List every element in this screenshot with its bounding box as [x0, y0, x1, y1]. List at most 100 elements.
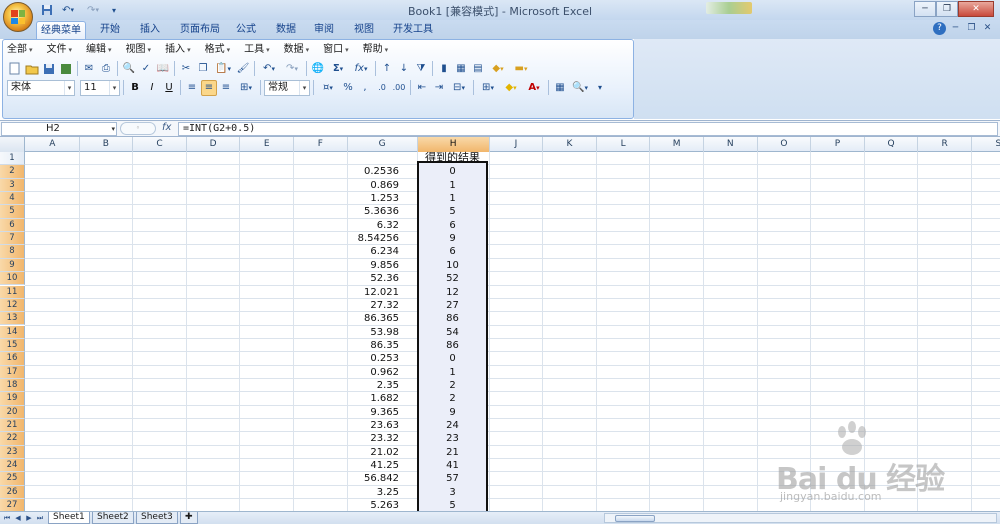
- cell-H2[interactable]: 0: [418, 165, 487, 178]
- row-header-18[interactable]: 18: [0, 378, 25, 393]
- cell-H18[interactable]: 2: [418, 379, 487, 392]
- bold-button[interactable]: B: [127, 80, 143, 96]
- cell-G12[interactable]: 27.32: [349, 299, 399, 312]
- cell-H21[interactable]: 24: [418, 419, 487, 432]
- cell-H16[interactable]: 0: [418, 352, 487, 365]
- font-size-combo[interactable]: 11 ▾: [80, 79, 120, 96]
- tab-view[interactable]: 视图: [348, 21, 380, 39]
- prev-sheet-icon[interactable]: ◀: [13, 513, 23, 523]
- row-header-8[interactable]: 8: [0, 245, 25, 259]
- column-header-l[interactable]: L: [597, 137, 651, 152]
- sheet-tab-2[interactable]: Sheet2: [92, 512, 134, 524]
- row-header-10[interactable]: 10: [0, 272, 25, 286]
- currency-icon[interactable]: ¤ ▾: [317, 80, 339, 96]
- cell-G16[interactable]: 0.253: [349, 352, 399, 365]
- borders-icon[interactable]: ⊞ ▾: [477, 80, 499, 96]
- row-header-14[interactable]: 14: [0, 325, 25, 339]
- column-header-j[interactable]: J: [490, 137, 544, 152]
- cell-H22[interactable]: 23: [418, 432, 487, 445]
- sort-ascending-icon[interactable]: ↑: [379, 61, 395, 77]
- cell-G23[interactable]: 21.02: [349, 446, 399, 459]
- decrease-indent-icon[interactable]: ⇤: [414, 80, 430, 96]
- select-all-corner[interactable]: [0, 137, 25, 152]
- cell-H26[interactable]: 3: [418, 486, 487, 499]
- cell-H20[interactable]: 9: [418, 406, 487, 419]
- row-header-9[interactable]: 9: [0, 258, 25, 273]
- cell-G22[interactable]: 23.32: [349, 432, 399, 445]
- cell-H4[interactable]: 1: [418, 192, 487, 205]
- first-sheet-icon[interactable]: ⏮: [2, 513, 12, 523]
- cell-G14[interactable]: 53.98: [349, 326, 399, 339]
- sheet-tab-3[interactable]: Sheet3: [136, 512, 178, 524]
- column-header-k[interactable]: K: [543, 137, 597, 152]
- help-icon[interactable]: ?: [933, 22, 946, 35]
- row-header-17[interactable]: 17: [0, 365, 25, 379]
- tab-page-layout[interactable]: 页面布局: [172, 21, 228, 39]
- formula-input[interactable]: =INT(G2+0.5): [178, 122, 998, 136]
- cell-G17[interactable]: 0.962: [349, 366, 399, 379]
- cell-H8[interactable]: 6: [418, 245, 487, 258]
- cell-G6[interactable]: 6.32: [349, 219, 399, 232]
- conditional-format-icon[interactable]: ▦: [552, 80, 568, 96]
- font-color-icon[interactable]: A ▾: [523, 80, 545, 96]
- comma-button[interactable]: ,: [357, 80, 373, 96]
- row-header-15[interactable]: 15: [0, 338, 25, 353]
- close-workbook-button[interactable]: ✕: [981, 22, 994, 35]
- permission-icon[interactable]: [58, 61, 74, 77]
- cut-icon[interactable]: ✂: [178, 61, 194, 77]
- cell-H3[interactable]: 1: [418, 179, 487, 192]
- cell-H15[interactable]: 86: [418, 339, 487, 352]
- undo-icon[interactable]: ↶ ▾: [258, 61, 280, 77]
- column-header-p[interactable]: P: [811, 137, 865, 152]
- cell-G11[interactable]: 12.021: [349, 286, 399, 299]
- row-header-23[interactable]: 23: [0, 445, 25, 459]
- redo-icon[interactable]: ↷ ▾: [82, 4, 104, 17]
- column-header-e[interactable]: E: [240, 137, 294, 152]
- cell-G18[interactable]: 2.35: [349, 379, 399, 392]
- cell-H17[interactable]: 1: [418, 366, 487, 379]
- cell-H23[interactable]: 21: [418, 446, 487, 459]
- tab-formulas[interactable]: 公式: [232, 21, 260, 39]
- cell-H24[interactable]: 41: [418, 459, 487, 472]
- cell-G10[interactable]: 52.36: [349, 272, 399, 285]
- number-format-combo[interactable]: 常规 ▾: [264, 79, 310, 96]
- last-sheet-icon[interactable]: ⏭: [35, 513, 45, 523]
- tab-insert[interactable]: 插入: [134, 21, 166, 39]
- new-icon[interactable]: [7, 61, 23, 77]
- column-header-s[interactable]: S: [972, 137, 1000, 152]
- tab-data[interactable]: 数据: [270, 21, 302, 39]
- row-header-25[interactable]: 25: [0, 472, 25, 486]
- row-header-1[interactable]: 1: [0, 152, 25, 166]
- research-icon[interactable]: 📖: [155, 61, 171, 77]
- print-preview-icon[interactable]: 🔍: [121, 61, 137, 77]
- wrap-icon[interactable]: ⊟ ▾: [448, 80, 470, 96]
- next-sheet-icon[interactable]: ▶: [24, 513, 34, 523]
- horizontal-scrollbar[interactable]: [604, 513, 997, 523]
- row-header-22[interactable]: 22: [0, 432, 25, 446]
- column-header-g[interactable]: G: [348, 137, 418, 152]
- sort-descending-icon[interactable]: ↓: [396, 61, 412, 77]
- cell-H25[interactable]: 57: [418, 472, 487, 485]
- cell-H9[interactable]: 10: [418, 259, 487, 272]
- cell-G4[interactable]: 1.253: [349, 192, 399, 205]
- percent-button[interactable]: %: [340, 80, 356, 96]
- insert-sheet-icon[interactable]: ✚: [180, 512, 198, 524]
- chart-icon[interactable]: ▮: [436, 61, 452, 77]
- column-header-h[interactable]: H: [417, 137, 490, 152]
- pivot-icon[interactable]: ▦: [453, 61, 469, 77]
- menu-window[interactable]: 窗口 ▾: [323, 42, 349, 58]
- cell-G7[interactable]: 8.54256: [349, 232, 399, 245]
- tab-review[interactable]: 审阅: [308, 21, 340, 39]
- cell-H7[interactable]: 9: [418, 232, 487, 245]
- cell-G26[interactable]: 3.25: [349, 486, 399, 499]
- name-box[interactable]: H2 ▾: [1, 122, 117, 136]
- tab-developer[interactable]: 开发工具: [388, 21, 438, 39]
- column-header-a[interactable]: A: [26, 137, 80, 152]
- cell-H19[interactable]: 2: [418, 392, 487, 405]
- menu-view[interactable]: 视图 ▾: [126, 42, 152, 58]
- cell-H5[interactable]: 5: [418, 205, 487, 218]
- scrollbar-thumb[interactable]: [615, 515, 655, 522]
- row-header-20[interactable]: 20: [0, 405, 25, 419]
- cell-H10[interactable]: 52: [418, 272, 487, 285]
- office-button[interactable]: [3, 2, 33, 32]
